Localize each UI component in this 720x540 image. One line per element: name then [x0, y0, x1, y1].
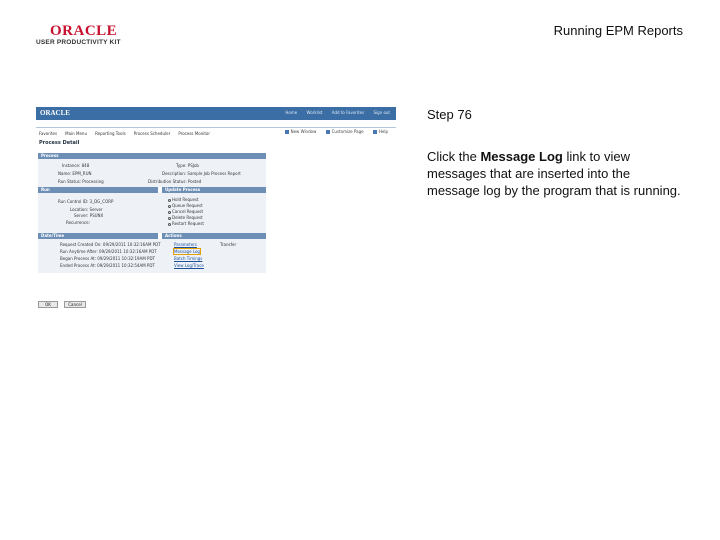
app-brand: ORACLE — [40, 109, 70, 117]
crumb-process-scheduler[interactable]: Process Scheduler — [134, 131, 170, 136]
began-process-field: Began Process At: 09/29/2011 10:32:19AM … — [60, 256, 155, 261]
cancel-request-option[interactable]: Cancel Request — [168, 209, 203, 214]
radio-icon — [168, 222, 171, 226]
distribution-status-field: Distribution Status: Posted — [148, 179, 202, 184]
radio-icon — [168, 204, 171, 208]
new-window-link[interactable]: New Window — [284, 129, 316, 134]
name-field: Name: EPM_RUN — [58, 171, 92, 176]
logo-product: USER PRODUCTIVITY KIT — [36, 39, 121, 46]
help-link[interactable]: Help — [372, 129, 388, 134]
link-sign-out[interactable]: Sign out — [373, 110, 390, 115]
customize-page-link[interactable]: Customize Page — [325, 129, 364, 134]
app-banner: ORACLE Home Worklist Add to Favorites Si… — [36, 107, 396, 120]
run-status-field: Run Status: Processing — [58, 179, 104, 184]
link-worklist[interactable]: Worklist — [307, 110, 323, 115]
server-field: Server: PSUNX — [74, 213, 104, 218]
request-created-field: Request Created On: 09/29/2011 10:32:16A… — [60, 242, 161, 247]
page-title: Process Detail — [39, 140, 80, 146]
recurrence-field: Recurrence: — [66, 220, 90, 225]
instruction-pre: Click the — [427, 149, 481, 164]
customize-icon — [325, 130, 330, 134]
queue-request-option[interactable]: Queue Request — [168, 203, 203, 208]
crumb-process-monitor[interactable]: Process Monitor — [178, 131, 210, 136]
step-instruction: Click the Message Log link to view messa… — [427, 148, 683, 199]
location-field: Location: Server — [70, 207, 103, 212]
link-home[interactable]: Home — [285, 110, 297, 115]
new-window-icon — [284, 130, 289, 134]
ended-process-field: Ended Process At: 09/29/2011 10:32:54AM … — [60, 263, 155, 268]
transfer-label: Transfer — [220, 242, 237, 247]
application-screenshot: ORACLE Home Worklist Add to Favorites Si… — [36, 107, 396, 312]
type-field: Type: PSJob — [176, 163, 199, 168]
logo-brand: ORACLE — [50, 23, 118, 39]
run-control-field: Run Control ID: 3_DG_CORP — [58, 199, 114, 204]
app-breadcrumb: Favorites Main Menu Reporting Tools Proc… — [36, 120, 396, 136]
description-field: Description: Sample Job Process Report — [162, 171, 241, 176]
parameters-link[interactable]: Parameters — [174, 242, 197, 247]
crumb-reporting-tools[interactable]: Reporting Tools — [95, 131, 126, 136]
document-title: Running EPM Reports — [553, 23, 683, 38]
radio-icon — [168, 216, 171, 220]
instance-field: Instance: 848 — [62, 163, 90, 168]
oracle-upk-logo: ORACLE USER PRODUCTIVITY KIT — [36, 24, 126, 48]
crumb-main-menu[interactable]: Main Menu — [65, 131, 87, 136]
message-log-link[interactable]: Message Log — [173, 248, 201, 255]
hold-request-option[interactable]: Hold Request — [168, 197, 199, 202]
batch-timings-link[interactable]: Batch Timings — [174, 256, 202, 261]
view-log-trace-link[interactable]: View Log/Trace — [174, 263, 204, 268]
radio-icon — [168, 210, 171, 214]
radio-icon — [168, 198, 171, 202]
link-add-favorites[interactable]: Add to Favorites — [332, 110, 364, 115]
cancel-button[interactable]: Cancel — [64, 301, 86, 308]
instruction-highlight: Message Log — [480, 149, 563, 164]
restart-request-option[interactable]: Restart Request — [168, 221, 204, 226]
step-number: Step 76 — [427, 107, 472, 122]
crumb-favorites[interactable]: Favorites — [39, 131, 57, 136]
help-icon — [372, 130, 377, 134]
run-anytime-field: Run Anytime After: 09/29/2011 10:32:16AM… — [60, 249, 157, 254]
app-top-links: Home Worklist Add to Favorites Sign out — [277, 110, 390, 115]
delete-request-option[interactable]: Delete Request — [168, 215, 203, 220]
ok-button[interactable]: OK — [38, 301, 58, 308]
app-toolbar: New Window Customize Page Help — [277, 129, 388, 134]
